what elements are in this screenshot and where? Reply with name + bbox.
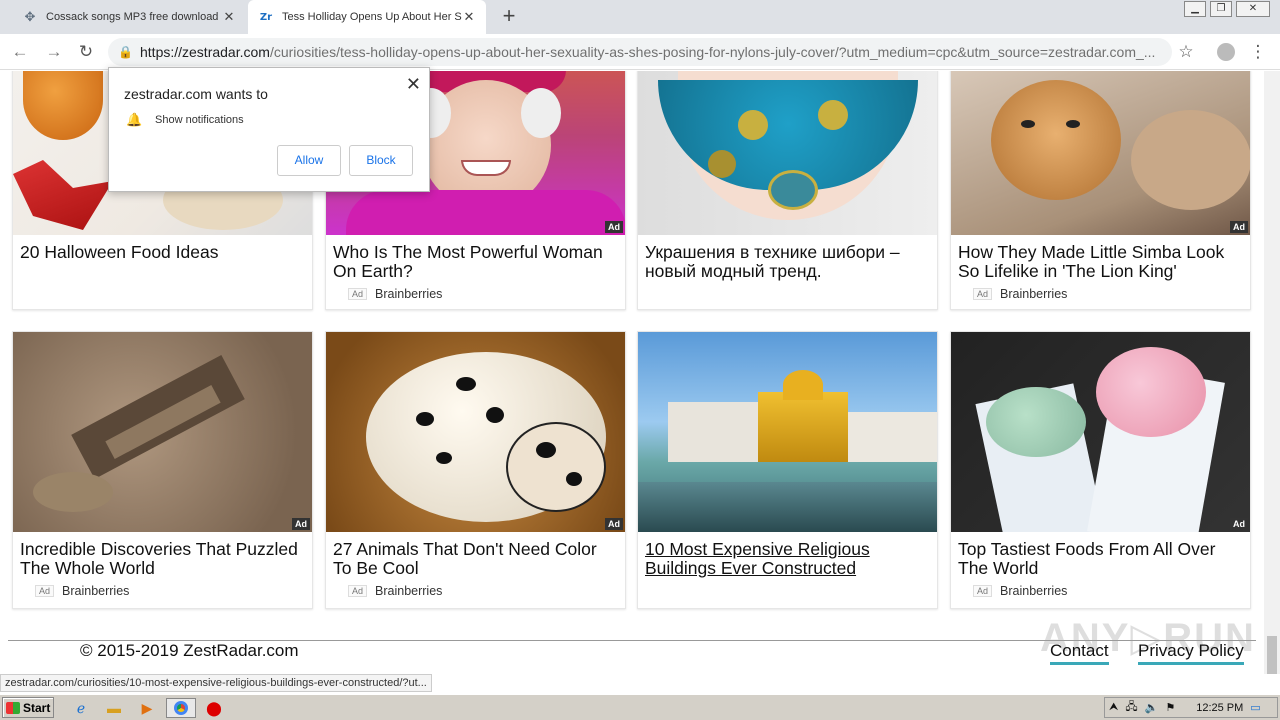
article-title[interactable]: Top Tastiest Foods From All Over The Wor…: [951, 532, 1250, 578]
vertical-scrollbar[interactable]: [1264, 71, 1280, 674]
ad-badge: Ad: [1230, 518, 1248, 530]
permission-row: 🔔 Show notifications: [126, 112, 244, 128]
allow-button[interactable]: Allow: [277, 145, 341, 176]
back-button[interactable]: ←: [8, 40, 32, 64]
article-title[interactable]: 20 Halloween Food Ideas: [13, 235, 312, 262]
article-image[interactable]: Ad: [13, 332, 312, 532]
contact-link[interactable]: Contact: [1050, 641, 1109, 665]
block-button[interactable]: Block: [349, 145, 413, 176]
source-name[interactable]: Brainberries: [375, 584, 442, 598]
lock-icon: 🔒: [118, 45, 133, 59]
ad-badge: Ad: [605, 221, 623, 233]
close-icon[interactable]: ✕: [406, 74, 421, 95]
article-image[interactable]: Ad: [951, 71, 1250, 235]
profile-avatar-icon[interactable]: [1214, 40, 1238, 64]
source-name[interactable]: Brainberries: [1000, 287, 1067, 301]
ad-badge: Ad: [605, 518, 623, 530]
taskbar: Start ℯ ▬ ▶ ⬤ ⮝ 🖧 🔈 ⚑ 12:25 PM ▭: [0, 694, 1280, 720]
tab-title: Cossack songs MP3 free download a: [46, 11, 222, 23]
privacy-policy-link[interactable]: Privacy Policy: [1138, 641, 1244, 665]
zestradar-favicon-icon: Zr: [259, 11, 273, 23]
article-image[interactable]: Ad: [951, 332, 1250, 532]
ad-source: Ad Brainberries: [348, 287, 625, 301]
tab-strip: ✥ Cossack songs MP3 free download a ✕ Zr…: [0, 0, 1280, 34]
start-label: Start: [23, 700, 51, 715]
copyright-text: © 2015-2019 ZestRadar.com: [80, 641, 299, 660]
article-title[interactable]: Incredible Discoveries That Puzzled The …: [13, 532, 312, 578]
address-bar[interactable]: 🔒 https://zestradar.com/curiosities/tess…: [108, 38, 1172, 66]
article-image[interactable]: [638, 71, 937, 235]
article-card[interactable]: 10 Most Expensive Religious Buildings Ev…: [637, 331, 938, 609]
article-card[interactable]: Ad Top Tastiest Foods From All Over The …: [950, 331, 1251, 609]
stop-icon[interactable]: ⬤: [203, 698, 225, 718]
source-name[interactable]: Brainberries: [1000, 584, 1067, 598]
article-title[interactable]: 27 Animals That Don't Need Color To Be C…: [326, 532, 625, 578]
forward-button[interactable]: →: [42, 40, 66, 64]
flag-tray-icon[interactable]: ⚑: [1165, 701, 1175, 714]
url-path: /curiosities/tess-holliday-opens-up-abou…: [269, 44, 1156, 60]
minimize-button[interactable]: ▁: [1184, 1, 1206, 17]
arrow-up-icon[interactable]: ⮝: [1109, 701, 1118, 714]
start-button[interactable]: Start: [2, 697, 54, 718]
desktop-icon[interactable]: ▭: [1250, 701, 1260, 714]
article-title[interactable]: Who Is The Most Powerful Woman On Earth?: [326, 235, 625, 281]
ad-badge: Ad: [1230, 221, 1248, 233]
article-card[interactable]: Ad Incredible Discoveries That Puzzled T…: [12, 331, 313, 609]
tab-title: Tess Holliday Opens Up About Her S: [282, 11, 462, 23]
scrollbar-thumb[interactable]: [1267, 636, 1277, 674]
ad-tag: Ad: [973, 288, 993, 300]
media-player-icon[interactable]: ▶: [136, 698, 158, 718]
chrome-taskbar-icon[interactable]: [166, 698, 196, 718]
close-tab-icon[interactable]: ✕: [462, 9, 476, 25]
close-window-button[interactable]: ✕: [1236, 1, 1270, 17]
new-tab-button[interactable]: +: [498, 5, 520, 28]
ie-icon[interactable]: ℯ: [70, 698, 92, 718]
ad-tag: Ad: [35, 585, 55, 597]
permission-label: Show notifications: [155, 114, 244, 126]
network-icon[interactable]: 🖧: [1125, 698, 1137, 717]
article-card[interactable]: Украшения в технике шибори – новый модны…: [637, 71, 938, 310]
popup-title: zestradar.com wants to: [124, 86, 268, 102]
ad-source: Ad Brainberries: [973, 287, 1250, 301]
ad-tag: Ad: [348, 585, 368, 597]
ad-source: Ad Brainberries: [348, 584, 625, 598]
article-card[interactable]: Ad How They Made Little Simba Look So Li…: [950, 71, 1251, 310]
clock[interactable]: 12:25 PM: [1196, 702, 1243, 714]
tab-cossack-songs[interactable]: ✥ Cossack songs MP3 free download a ✕: [12, 0, 246, 34]
url-host: https://zestradar.com: [140, 44, 270, 60]
system-tray: ⮝ 🖧 🔈 ⚑ 12:25 PM ▭: [1104, 697, 1278, 718]
windows-logo-icon: [6, 701, 20, 714]
ad-source: Ad Brainberries: [973, 584, 1250, 598]
article-card[interactable]: Ad 27 Animals That Don't Need Color To B…: [325, 331, 626, 609]
status-bar-url: zestradar.com/curiosities/10-most-expens…: [0, 674, 432, 692]
bell-icon: 🔔: [126, 112, 143, 127]
ad-source: Ad Brainberries: [35, 584, 312, 598]
menu-kebab-icon[interactable]: ⋮: [1246, 40, 1270, 64]
article-image[interactable]: [638, 332, 937, 532]
article-title[interactable]: Украшения в технике шибори – новый модны…: [638, 235, 937, 281]
tab-tess-holliday[interactable]: Zr Tess Holliday Opens Up About Her S ✕: [248, 0, 486, 34]
article-image[interactable]: Ad: [326, 332, 625, 532]
notification-permission-popup: zestradar.com wants to ✕ 🔔 Show notifica…: [108, 67, 430, 192]
article-title[interactable]: 10 Most Expensive Religious Buildings Ev…: [638, 532, 937, 578]
ad-tag: Ad: [973, 585, 993, 597]
article-title[interactable]: How They Made Little Simba Look So Lifel…: [951, 235, 1250, 281]
bird-favicon-icon: ✥: [24, 9, 36, 24]
source-name[interactable]: Brainberries: [62, 584, 129, 598]
close-tab-icon[interactable]: ✕: [222, 9, 236, 25]
source-name[interactable]: Brainberries: [375, 287, 442, 301]
ad-tag: Ad: [348, 288, 368, 300]
volume-icon[interactable]: 🔈: [1145, 701, 1159, 714]
ad-badge: Ad: [292, 518, 310, 530]
folder-icon[interactable]: ▬: [103, 698, 125, 718]
bookmark-star-icon[interactable]: ☆: [1174, 40, 1198, 64]
restore-button[interactable]: ❐: [1210, 1, 1232, 17]
reload-button[interactable]: ↻: [74, 40, 98, 64]
browser-toolbar: ← → ↻ 🔒 https://zestradar.com/curiositie…: [0, 34, 1280, 70]
